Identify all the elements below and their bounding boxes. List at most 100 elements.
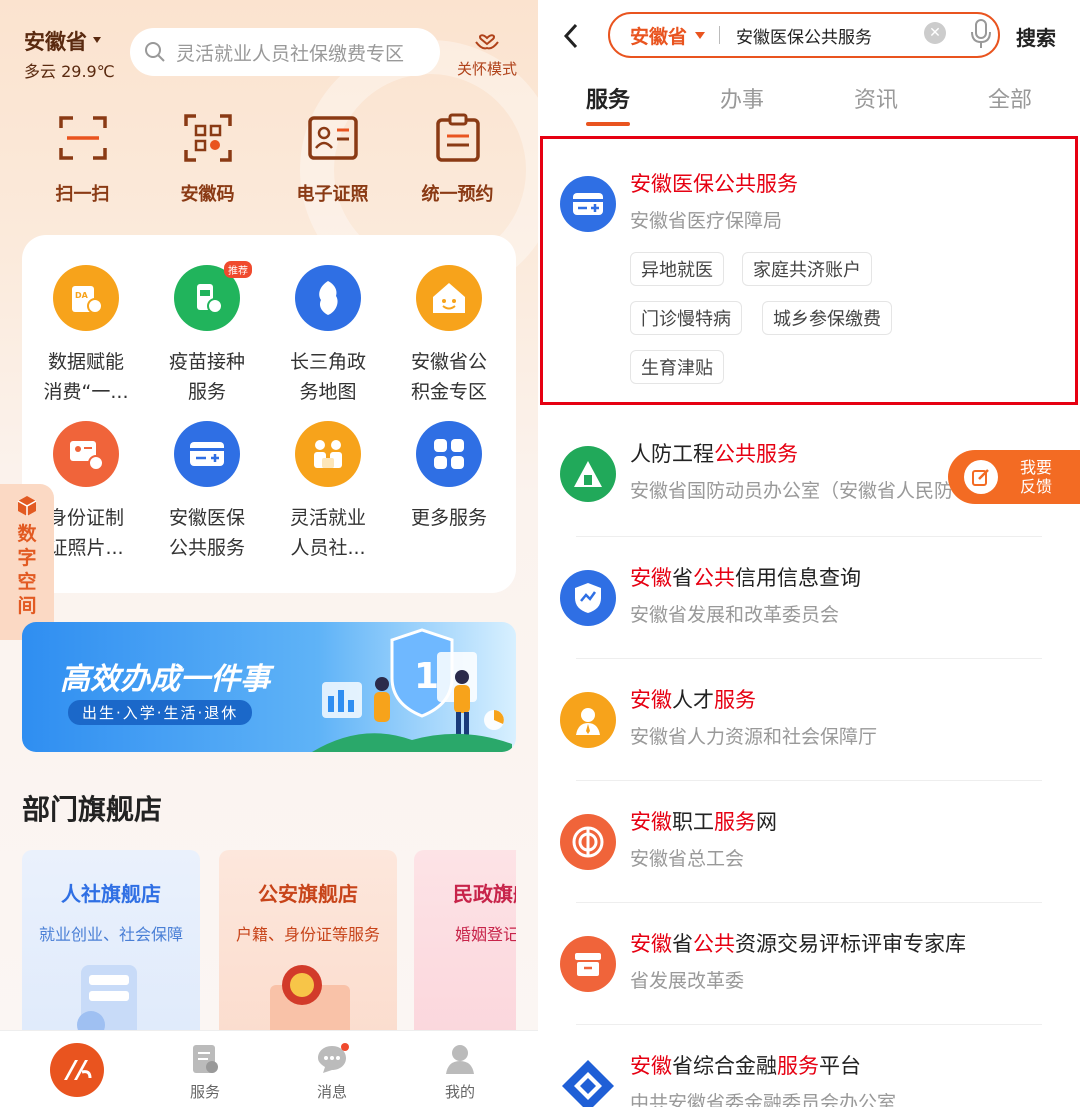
tab-label: 服务 bbox=[189, 1083, 220, 1101]
divider bbox=[576, 1024, 1042, 1025]
tab-label: 消息 bbox=[316, 1083, 347, 1101]
union-icon bbox=[560, 814, 616, 870]
result-subtitle: 安徽省人力资源和社会保障厅 bbox=[630, 726, 878, 748]
clear-icon[interactable]: ✕ bbox=[924, 22, 946, 44]
search-query[interactable]: 安徽医保公共服务 bbox=[736, 23, 872, 48]
tab-affairs[interactable]: 办事 bbox=[702, 82, 782, 114]
house-icon bbox=[416, 265, 482, 331]
home-search-bar[interactable]: 灵活就业人员社保缴费专区 bbox=[130, 28, 440, 76]
flagship-stores: 人社旗舰店 就业创业、社会保障 公安旗舰店 户籍、身份证等服务 民政旗舰店 婚姻… bbox=[22, 850, 516, 1030]
police-emblem-illustration bbox=[270, 965, 350, 1030]
chevron-left-icon bbox=[563, 23, 578, 49]
service-more[interactable]: 更多服务 bbox=[389, 421, 509, 533]
back-button[interactable] bbox=[562, 22, 580, 54]
result-subtitle: 安徽省国防动员办公室（安徽省人民防 bbox=[630, 480, 954, 502]
store-public-security[interactable]: 公安旗舰店 户籍、身份证等服务 bbox=[219, 850, 397, 1030]
caret-down-icon bbox=[93, 37, 101, 43]
search-placeholder: 灵活就业人员社保缴费专区 bbox=[176, 42, 405, 65]
tag-insurance-payment[interactable]: 城乡参保缴费 bbox=[762, 301, 892, 335]
result-title: 安徽省公共信用信息查询 bbox=[630, 566, 861, 590]
vaccine-icon: 推荐 bbox=[174, 261, 252, 331]
microphone-icon bbox=[971, 19, 991, 48]
qrcode-icon bbox=[183, 114, 232, 162]
tab-all[interactable]: 全部 bbox=[970, 82, 1050, 114]
medical-card-icon bbox=[174, 421, 240, 487]
feedback-button[interactable]: 我要 反馈 bbox=[948, 450, 1080, 504]
side-tab-char: 字 bbox=[17, 547, 37, 569]
svg-text:1: 1 bbox=[414, 656, 439, 697]
section-title: 部门旗舰店 bbox=[22, 793, 163, 826]
store-name: 公安旗舰店 bbox=[258, 882, 358, 906]
quick-appointment[interactable]: 统一预约 bbox=[395, 112, 520, 206]
result-tabs: 服务 办事 资讯 全部 bbox=[540, 82, 1080, 132]
service-icon bbox=[193, 1045, 218, 1073]
quick-label: 统一预约 bbox=[421, 184, 494, 205]
search-icon bbox=[145, 42, 165, 62]
quick-e-license[interactable]: 电子证照 bbox=[270, 112, 395, 206]
search-button[interactable]: 搜索 bbox=[1016, 22, 1056, 51]
side-tab-char: 空 bbox=[17, 571, 37, 593]
store-desc: 户籍、身份证等服务 bbox=[235, 925, 380, 944]
divider bbox=[576, 902, 1042, 903]
store-desc: 婚姻登记预约 bbox=[454, 925, 516, 944]
shelter-icon bbox=[560, 446, 616, 502]
tag-family-account[interactable]: 家庭共济账户 bbox=[742, 252, 872, 286]
tag-maternity-allowance[interactable]: 生育津贴 bbox=[630, 350, 724, 384]
tag-chronic-disease[interactable]: 门诊慢特病 bbox=[630, 301, 742, 335]
result-subtitle: 中共安徽省委金融委员会办公室 bbox=[630, 1092, 897, 1107]
weather-text: 多云 29.9℃ bbox=[24, 62, 115, 81]
store-hr-social[interactable]: 人社旗舰店 就业创业、社会保障 bbox=[22, 850, 200, 1030]
side-tab-char: 间 bbox=[17, 595, 37, 617]
promo-banner[interactable]: 高效办成一件事 出生·入学·生活·退休 1 bbox=[22, 622, 516, 752]
service-flexible-employment[interactable]: 灵活就业 人员社... bbox=[268, 421, 388, 563]
people-icon bbox=[295, 421, 361, 487]
service-label: 数据赋能 消费“一... bbox=[43, 351, 129, 403]
quick-scan[interactable]: 扫一扫 bbox=[20, 112, 145, 206]
tab-news[interactable]: 资讯 bbox=[836, 82, 916, 114]
banner-subtitle: 出生·入学·生活·退休 bbox=[68, 700, 253, 725]
service-data-consume[interactable]: DA 数据赋能 消费“一... bbox=[26, 265, 146, 407]
service-yangtze-map[interactable]: 长三角政 务地图 bbox=[268, 265, 388, 407]
caret-down-icon bbox=[695, 31, 706, 39]
home-tab[interactable] bbox=[50, 1043, 104, 1097]
service-label: 疫苗接种 服务 bbox=[168, 351, 245, 403]
scan-icon bbox=[58, 116, 107, 160]
result-title: 人防工程公共服务 bbox=[630, 442, 798, 466]
app-logo-icon bbox=[64, 1060, 92, 1080]
cube-icon bbox=[17, 496, 37, 516]
voice-input-button[interactable] bbox=[970, 18, 992, 54]
tab-services[interactable]: 服务 bbox=[568, 82, 648, 114]
location-weather[interactable]: 安徽省 多云 29.9℃ bbox=[24, 26, 115, 82]
data-icon: DA bbox=[53, 265, 119, 331]
divider bbox=[719, 26, 721, 44]
service-grid-card: DA 数据赋能 消费“一... 推荐 疫苗接种 服务 长三角政 务地图 安徽省公 积金专… bbox=[22, 235, 516, 593]
care-mode-button[interactable]: 关怀模式 bbox=[452, 26, 522, 79]
tab-profile[interactable]: 我的 bbox=[420, 1043, 500, 1102]
message-icon bbox=[318, 1043, 349, 1073]
tab-message[interactable]: 消息 bbox=[292, 1043, 372, 1102]
quick-actions: 扫一扫 安徽码 电子证照 统一预约 bbox=[20, 112, 520, 206]
quick-anhui-code[interactable]: 安徽码 bbox=[145, 112, 270, 206]
map-icon bbox=[295, 265, 361, 331]
id-card-icon bbox=[307, 116, 358, 160]
store-civil-affairs[interactable]: 民政旗舰店 婚姻登记预约 bbox=[414, 850, 516, 1030]
service-housing-fund[interactable]: 安徽省公 积金专区 bbox=[389, 265, 509, 407]
service-label: 安徽省公 积金专区 bbox=[410, 351, 487, 403]
digital-space-tab[interactable]: 数 字 空 间 bbox=[0, 484, 54, 640]
shield-chart-icon bbox=[560, 570, 616, 626]
divider bbox=[576, 536, 1042, 537]
bottom-tab-bar: 服务 消息 我的 bbox=[0, 1030, 538, 1107]
province-selector[interactable]: 安徽省 bbox=[24, 30, 87, 54]
tag-remote-medical[interactable]: 异地就医 bbox=[630, 252, 724, 286]
tab-service[interactable]: 服务 bbox=[165, 1043, 245, 1102]
quick-label: 电子证照 bbox=[296, 184, 369, 205]
result-title: 安徽职工服务网 bbox=[630, 810, 777, 834]
service-medical-insurance[interactable]: 安徽医保 公共服务 bbox=[147, 421, 267, 563]
search-province-selector[interactable]: 安徽省 bbox=[630, 22, 687, 49]
quick-label: 扫一扫 bbox=[55, 184, 110, 205]
svg-text:DA: DA bbox=[75, 291, 89, 300]
result-title: 安徽省公共资源交易评标评审专家库 bbox=[630, 932, 966, 956]
phone-illustration bbox=[77, 965, 137, 1030]
service-label: 灵活就业 人员社... bbox=[289, 507, 366, 559]
service-vaccine[interactable]: 推荐 疫苗接种 服务 bbox=[147, 261, 267, 407]
